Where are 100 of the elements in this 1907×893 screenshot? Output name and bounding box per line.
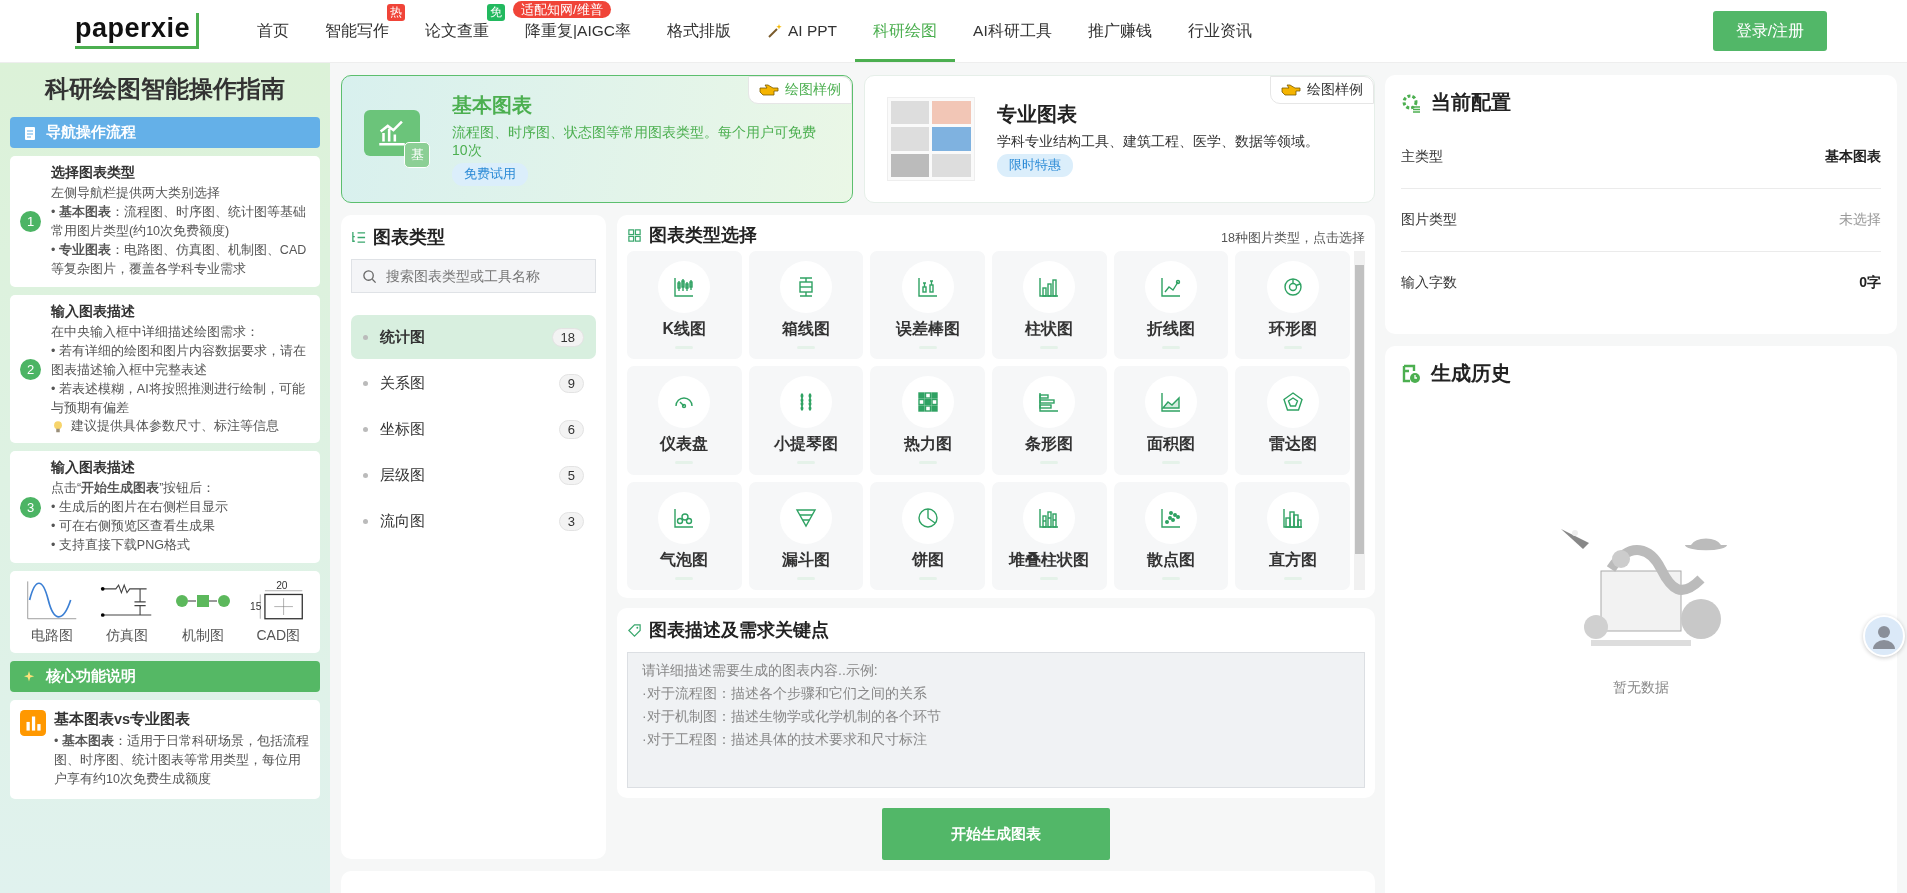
step-title: 输入图表描述 xyxy=(51,303,136,321)
config-value: 基本图表 xyxy=(1825,148,1881,166)
line-chart-icon xyxy=(1159,275,1183,300)
pie-chart-icon xyxy=(915,505,940,530)
step-number: 2 xyxy=(20,358,41,380)
sample-link[interactable]: 绘图样例 xyxy=(1270,76,1374,104)
step-number: 1 xyxy=(20,211,41,232)
nav-link[interactable]: AI PPT xyxy=(749,19,856,43)
chart-type-tile[interactable]: 面积图 xyxy=(1113,366,1229,475)
sample-label: 电路图 xyxy=(30,627,73,645)
chart-mode-card[interactable]: 专业图表 学科专业结构工具、建筑工程、医学、数据等领域。 限时特惠 绘图样例 xyxy=(863,75,1375,203)
category-item[interactable]: 坐标图 6 xyxy=(351,407,596,451)
nav-link[interactable]: 行业资讯 xyxy=(1169,19,1270,43)
config-label: 图片类型 xyxy=(1401,211,1457,229)
guide-title: 科研绘图智能操作指南 xyxy=(43,74,286,104)
list-icon xyxy=(351,229,366,245)
chart-type-tile[interactable]: 小提琴图 xyxy=(748,366,864,475)
step-text: • 支持直接下载PNG格式 xyxy=(51,537,191,554)
nav-link[interactable]: AI科研工具 xyxy=(955,19,1070,43)
nav-badge: 免 xyxy=(487,4,506,21)
step-number: 3 xyxy=(20,496,41,518)
chart-type-tile[interactable]: 直方图 xyxy=(1235,481,1350,590)
config-value: 0字 xyxy=(1859,274,1881,292)
heatmap-icon xyxy=(915,390,940,415)
tip-text: 建议提供具体参数尺寸、标注等信息 xyxy=(71,418,279,435)
chart-type-tile[interactable]: 环形图 xyxy=(1235,251,1350,360)
chart-type-tile[interactable]: 热力图 xyxy=(870,366,985,475)
area-chart-icon xyxy=(1159,390,1183,415)
pointing-hand-icon xyxy=(1281,83,1301,97)
card-title: 基本图表 xyxy=(452,93,532,118)
search-icon xyxy=(362,269,377,284)
sample-label: 仿真图 xyxy=(106,627,149,645)
bar-chart-icon xyxy=(20,710,46,736)
nav-link[interactable]: 格式排版 xyxy=(649,19,749,43)
chart-type-tile[interactable]: 条形图 xyxy=(992,366,1107,475)
config-value: 未选择 xyxy=(1839,211,1881,229)
chart-type-tile[interactable]: K线图 xyxy=(627,251,742,360)
step-title: 输入图表描述 xyxy=(51,459,136,477)
scrollbar[interactable] xyxy=(1354,251,1365,590)
section-title: 导航操作流程 xyxy=(46,123,136,142)
card-description: 流程图、时序图、状态图等常用图表类型。每个用户可免费10次 xyxy=(452,123,817,159)
description-field[interactable]: 请详细描述需要生成的图表内容..示例: ·对于流程图：描述各个步骤和它们之间的关系 ·对于机制图：描述生物学或化学机制的各个环节 ·对于工程图：描述具体的技术要求和尺寸标注 xyxy=(627,652,1365,788)
hint-text: 18种图片类型，点击选择 xyxy=(1221,230,1365,247)
sample-label: CAD图 xyxy=(256,627,301,645)
chart-type-tile[interactable]: 气泡图 xyxy=(627,481,742,590)
config-label: 输入字数 xyxy=(1401,274,1457,292)
nav-link[interactable]: 论文查重 xyxy=(407,19,508,43)
panel-title: 当前配置 xyxy=(1431,90,1511,115)
step-title: 选择图表类型 xyxy=(51,164,136,182)
chart-type-tile[interactable]: 箱线图 xyxy=(748,251,864,360)
error-bar-chart-icon xyxy=(915,275,940,300)
feature-text: • 基本图表：适用于日常科研场景，包括流程图、时序图、统计图表等常用类型，每位用户享有约10次免费生成额度 xyxy=(54,733,310,788)
step-text: 左侧导航栏提供两大类别选择 xyxy=(51,185,221,202)
sample-label: 机制图 xyxy=(181,627,224,645)
step-text: • 若表述模糊，AI将按照推测进行绘制，可能与预期有偏差 xyxy=(51,381,306,417)
section-title: 核心功能说明 xyxy=(46,667,136,686)
chart-type-tile[interactable]: 柱状图 xyxy=(992,251,1107,360)
step-text: • 专业图表：电路图、仿真图、机制图、CAD等复杂图片，覆盖各学科专业需求 xyxy=(51,242,308,278)
search-field[interactable]: 搜索图表类型或工具名称 xyxy=(351,259,596,293)
step-text: • 若有详细的绘图和图片内容数据要求，请在图表描述输入框中完整表述 xyxy=(51,343,307,379)
chart-type-tile[interactable]: 误差棒图 xyxy=(870,251,985,360)
chart-type-tile[interactable]: 仪表盘 xyxy=(627,366,742,475)
panel-title: 生成历史 xyxy=(1431,361,1511,386)
cad-drawing: 20 15 xyxy=(250,579,307,623)
panel-title: 图表类型选择 xyxy=(649,224,757,247)
clipboard-icon xyxy=(22,124,38,141)
nav-link[interactable]: 降重复|AIGC率 xyxy=(507,19,649,43)
lightbulb-icon xyxy=(51,419,65,434)
card-tag: 免费试用 xyxy=(452,163,528,186)
card-title: 专业图表 xyxy=(996,102,1077,127)
nav-link[interactable]: 智能写作 xyxy=(307,19,408,43)
nav-badge: 热 xyxy=(387,4,406,21)
nav-link[interactable]: 首页 xyxy=(239,19,308,43)
panel-title: 图表类型 xyxy=(373,226,445,249)
empty-state-text: 暂无数据 xyxy=(1613,679,1669,697)
chart-type-tile[interactable]: 堆叠柱状图 xyxy=(992,481,1107,590)
nav-link[interactable]: 推广赚钱 xyxy=(1069,19,1170,43)
chart-type-tile[interactable]: 漏斗图 xyxy=(748,481,864,590)
history-icon xyxy=(1401,363,1421,384)
step-text: 在中央输入框中详细描述绘图需求： xyxy=(51,324,260,341)
flow-drawing xyxy=(174,594,231,608)
chart-type-tile[interactable]: 雷达图 xyxy=(1235,366,1350,475)
feature-title: 基本图表vs专业图表 xyxy=(54,710,192,729)
category-item[interactable]: 层级图 5 xyxy=(351,453,596,497)
step-text: 点击“开始生成图表”按钮后： xyxy=(51,480,217,497)
logo[interactable]: paperxie xyxy=(75,13,200,49)
category-item[interactable]: 流向图 3 xyxy=(351,499,596,543)
tag-icon xyxy=(627,622,642,638)
step-text: • 可在右侧预览区查看生成果 xyxy=(51,518,216,535)
category-item[interactable]: 关系图 9 xyxy=(351,361,596,405)
step-text: • 基本图表：流程图、时序图、统计图等基础常用图片类型(约10次免费额度) xyxy=(51,204,307,240)
config-label: 主类型 xyxy=(1401,148,1443,166)
card-description: 学科专业结构工具、建筑工程、医学、数据等领域。 xyxy=(996,132,1319,150)
nav-badge: 适配知网/维普 xyxy=(513,1,611,18)
grid-icon xyxy=(627,227,642,243)
category-item[interactable]: 统计图 18 xyxy=(351,315,596,359)
card-tag: 限时特惠 xyxy=(996,154,1073,177)
chart-type-tile[interactable]: 饼图 xyxy=(870,481,985,590)
chart-type-tile[interactable]: 折线图 xyxy=(1113,251,1229,360)
chart-type-tile[interactable]: 散点图 xyxy=(1113,481,1229,590)
